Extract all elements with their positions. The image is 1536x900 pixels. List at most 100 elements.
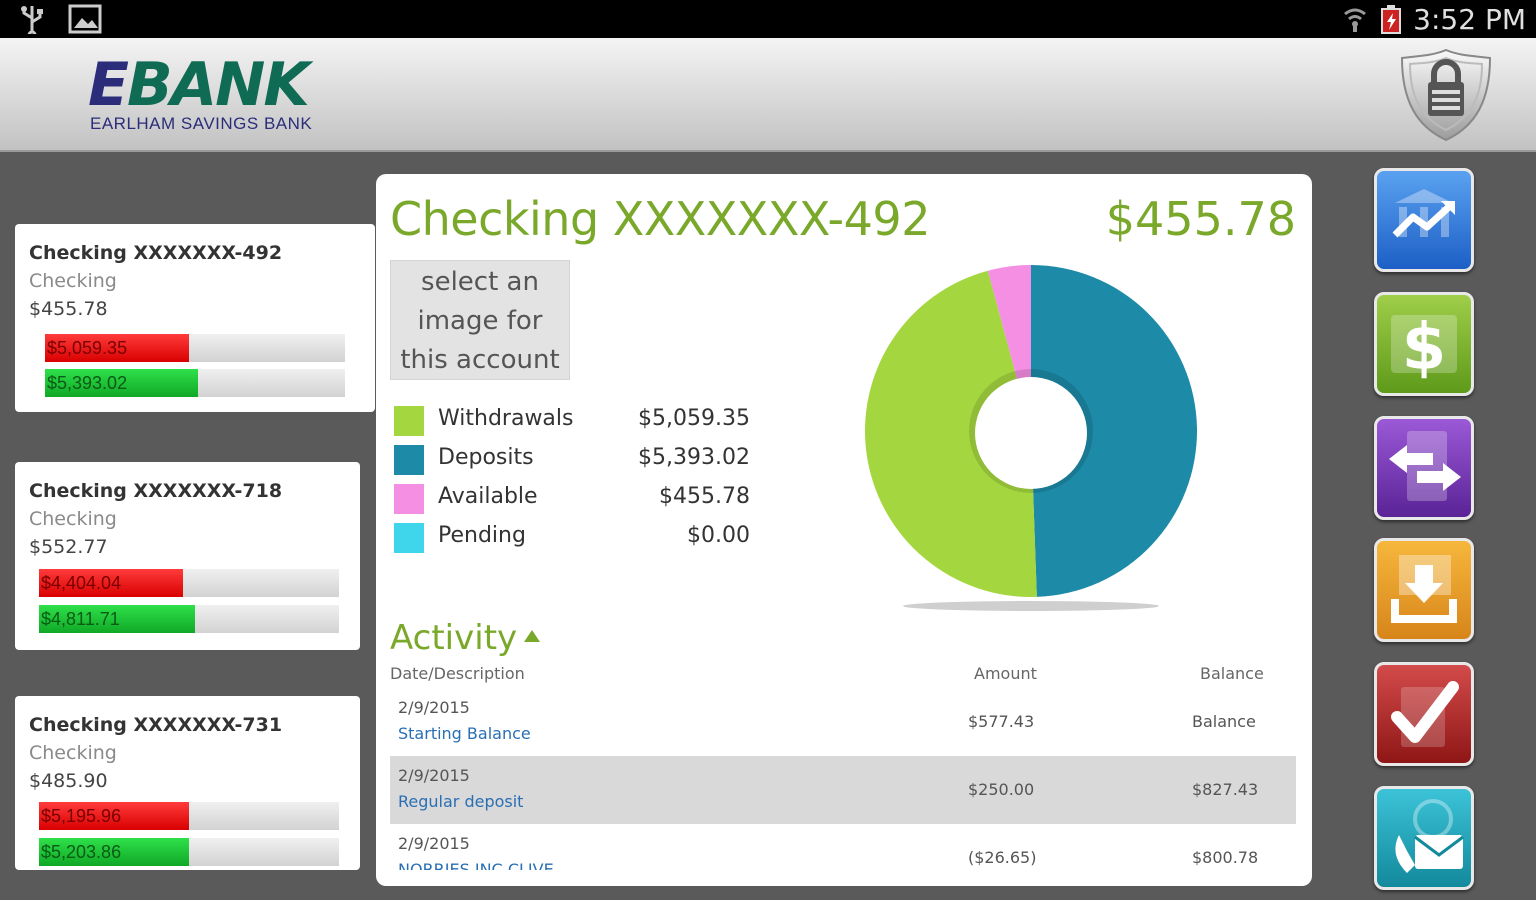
accounts-icon [1392,189,1455,238]
usb-icon [21,6,43,34]
withdrawals-amount: $5,195.96 [41,806,122,826]
account-balance: $455.78 [29,298,108,320]
legend-item: Available $455.78 [392,482,752,521]
account-name: Checking XXXXXXX-718 [29,480,283,502]
logo-bank: BANK [127,50,310,120]
column-header-balance: Balance [1200,664,1264,683]
account-type: Checking [29,508,117,530]
status-bar: 3:52 PM [0,0,1536,38]
status-time: 3:52 PM [1413,2,1526,36]
activity-description[interactable]: Regular deposit [398,792,523,811]
activity-description[interactable]: Starting Balance [398,724,531,743]
activity-amount: $577.43 [968,712,1035,731]
deposits-bar-fill: $5,203.86 [39,838,189,866]
activity-row[interactable]: 2/9/2015 Regular deposit $250.00 $827.43 [390,756,1296,824]
withdrawals-amount: $5,059.35 [47,338,128,358]
activity-date: 2/9/2015 [398,766,470,785]
bank-logo: EBANK EARLHAM SAVINGS BANK [88,55,313,134]
deposits-amount: $5,203.86 [41,842,122,862]
contact-button[interactable] [1374,786,1474,890]
legend-item: Pending $0.00 [392,521,752,560]
account-type: Checking [29,270,117,292]
activity-table-header: Date/Description Amount Balance [390,664,1296,690]
withdrawals-bar: $4,404.04 [39,569,339,597]
deposits-bar-fill: $4,811.71 [39,605,195,633]
accounts-button[interactable] [1374,168,1474,272]
donut-chart-svg [865,265,1197,611]
activity-amount: ($26.65) [968,848,1037,867]
select-image-button[interactable]: select an image for this account [390,260,570,380]
activity-balance: Balance [1192,712,1256,731]
app-header: EBANK EARLHAM SAVINGS BANK [0,38,1536,152]
battery-icon [1381,5,1402,34]
account-name: Checking XXXXXXX-731 [29,714,283,736]
legend-swatch [394,445,424,475]
account-balance: $485.90 [29,770,108,792]
legend-value: $5,393.02 [638,445,750,470]
legend-item: Deposits $5,393.02 [392,443,752,482]
legend-swatch [394,406,424,436]
deposits-bar: $5,393.02 [45,369,345,397]
collapse-arrow-icon[interactable] [524,630,540,642]
withdrawals-bar: $5,059.35 [45,334,345,362]
chart-shadow [903,601,1159,611]
logo-e: E [88,50,129,120]
chart-legend: Withdrawals $5,059.35 Deposits $5,393.02… [392,404,752,560]
transfer-icon [1389,431,1461,501]
activity-balance: $800.78 [1192,848,1259,867]
legend-value: $0.00 [687,523,750,548]
account-detail-panel: Checking XXXXXXX-492 $455.78 select an i… [376,174,1312,886]
account-amount: $455.78 [1105,192,1296,246]
contact-icon [1395,799,1464,873]
withdrawals-amount: $4,404.04 [41,573,122,593]
activity-heading[interactable]: Activity [390,618,517,658]
account-card[interactable]: Checking XXXXXXX-718 Checking $552.77 $4… [15,462,360,650]
svg-text:$: $ [1402,311,1447,385]
select-image-line: select an [421,267,539,297]
lock-button[interactable] [1398,46,1494,142]
withdrawals-bar-fill: $5,059.35 [45,334,189,362]
legend-swatch [394,484,424,514]
deposits-bar: $5,203.86 [39,838,339,866]
activity-row[interactable]: 2/9/2015 NORRIES INC CLIVE ($26.65) $800… [390,824,1296,870]
legend-label: Deposits [438,445,534,470]
activity-row[interactable]: 2/9/2015 Starting Balance $577.43 Balanc… [390,688,1296,756]
deposits-bar-fill: $5,393.02 [45,369,198,397]
legend-item: Withdrawals $5,059.35 [392,404,752,443]
deposits-amount: $4,811.71 [41,609,120,629]
deposit-icon [1391,555,1457,623]
account-card[interactable]: Checking XXXXXXX-731 Checking $485.90 $5… [15,696,360,870]
bill-pay-icon [1391,681,1459,747]
legend-label: Pending [438,523,526,548]
dollar-icon: $ [1391,311,1457,385]
legend-value: $5,059.35 [638,406,750,431]
activity-balance: $827.43 [1192,780,1259,799]
activity-description[interactable]: NORRIES INC CLIVE [398,860,554,870]
select-image-line: this account [400,345,560,375]
withdrawals-bar-fill: $5,195.96 [39,802,189,830]
account-name: Checking XXXXXXX-492 [29,242,283,264]
account-type: Checking [29,742,117,764]
legend-swatch [394,523,424,553]
donut-hole [975,377,1087,489]
account-title: Checking XXXXXXX-492 [390,192,930,246]
select-image-line: image for [417,306,543,336]
transfer-button[interactable] [1374,416,1474,520]
logo-subtitle: EARLHAM SAVINGS BANK [90,114,313,133]
deposits-amount: $5,393.02 [47,373,128,393]
legend-value: $455.78 [659,484,750,509]
withdrawals-bar: $5,195.96 [39,802,339,830]
bill-pay-button[interactable] [1374,662,1474,766]
dollar-button[interactable]: $ [1374,292,1474,396]
deposits-bar: $4,811.71 [39,605,339,633]
activity-date: 2/9/2015 [398,834,470,853]
legend-label: Withdrawals [438,406,574,431]
column-header-description: Date/Description [390,664,525,683]
account-balance: $552.77 [29,536,108,558]
lock-icon [1400,48,1492,142]
withdrawals-bar-fill: $4,404.04 [39,569,183,597]
column-header-amount: Amount [974,664,1037,683]
deposit-button[interactable] [1374,538,1474,642]
account-card[interactable]: Checking XXXXXXX-492 Checking $455.78 $5… [15,224,375,412]
legend-label: Available [438,484,538,509]
